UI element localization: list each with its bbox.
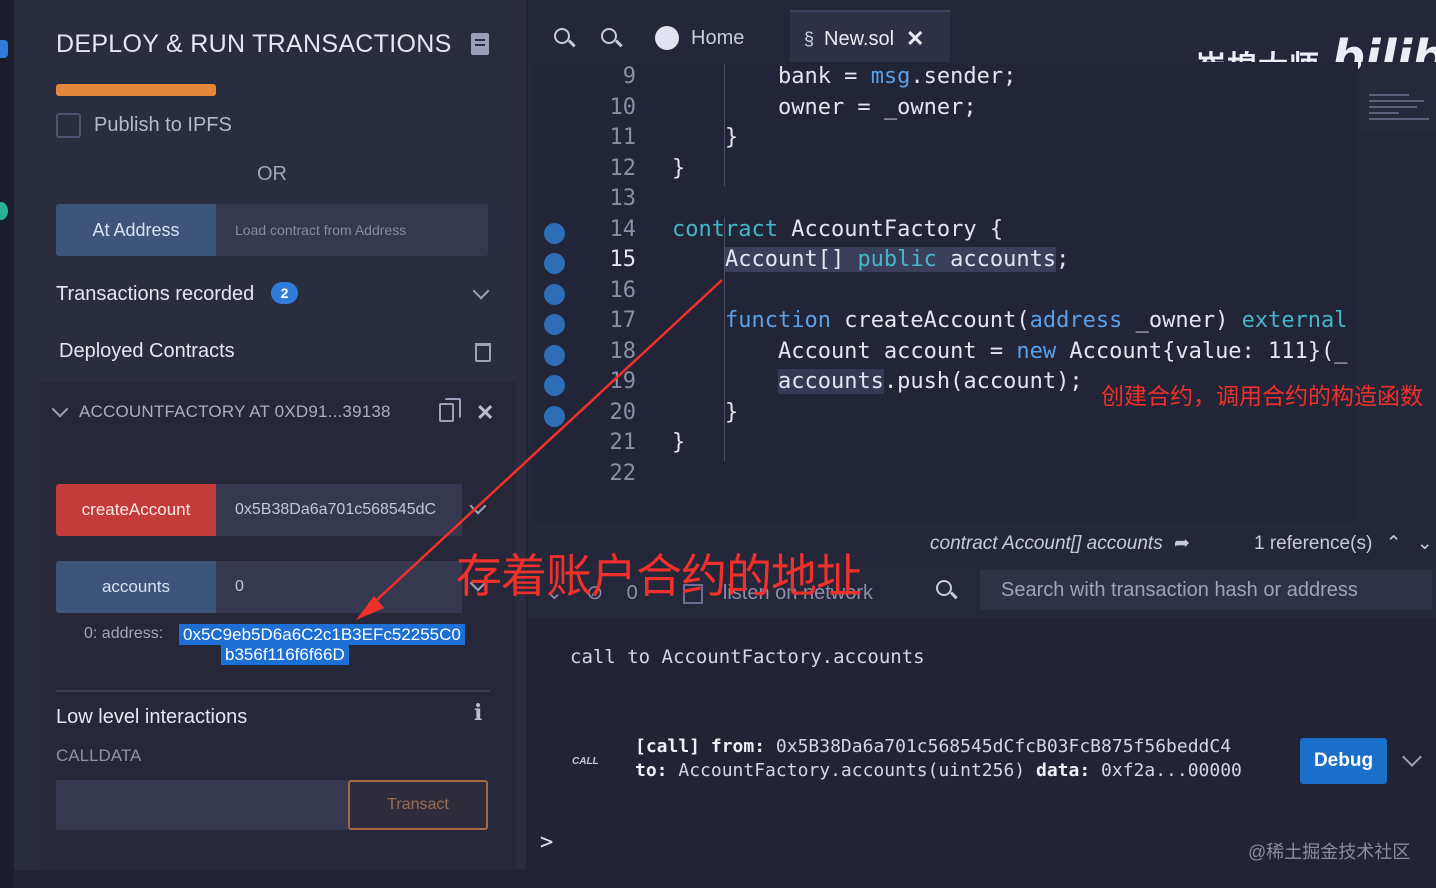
call-detail-to: to: AccountFactory.accounts(uint256) dat… — [635, 760, 1242, 781]
juejin-watermark: @稀土掘金技术社区 — [1248, 842, 1411, 862]
code-line[interactable]: function createAccount(address _owner) e… — [672, 308, 1348, 333]
plugin-active-icon[interactable] — [0, 202, 8, 220]
accounts-index-input[interactable]: 0 — [216, 561, 462, 613]
line-number: 20 — [609, 399, 637, 425]
editor-area: Home § New.sol ✕ 崔棉大师 bilibili 9 bank = … — [528, 0, 1436, 870]
code-line[interactable]: accounts.push(account); — [672, 369, 1083, 394]
panel-title: DEPLOY & RUN TRANSACTIONS — [56, 30, 452, 58]
chevron-down-icon[interactable] — [472, 282, 490, 300]
transact-button[interactable]: Transact — [348, 780, 488, 830]
breakpoint-icon[interactable] — [544, 405, 565, 427]
breakpoint-icon[interactable] — [544, 344, 565, 366]
solidity-file-icon: § — [804, 28, 815, 49]
at-address-button[interactable]: At Address — [56, 204, 216, 256]
call-summary: call to AccountFactory.accounts — [570, 646, 925, 668]
breakpoint-icon[interactable] — [544, 253, 565, 274]
code-line[interactable]: Account[] public accounts; — [672, 247, 1069, 272]
line-number: 15 — [609, 247, 637, 272]
contract-instance-title[interactable]: ACCOUNTFACTORY AT 0XD91...39138 — [79, 402, 391, 422]
line-number: 11 — [609, 125, 637, 150]
reference-count-text: 1 reference(s) — [1254, 533, 1373, 554]
call-tag: CALL — [572, 756, 599, 767]
annotation-address-note: 存着账户合约的地址 — [456, 549, 862, 603]
result-label: 0: address: — [84, 625, 164, 642]
create-account-input[interactable]: 0x5B38Da6a701c568545dC — [216, 484, 462, 536]
line-number: 10 — [609, 94, 637, 120]
code-line[interactable]: } — [672, 156, 685, 181]
code-line[interactable]: Account account = new Account{value: 111… — [672, 339, 1348, 364]
chevron-down-icon[interactable]: ⌄ — [1417, 533, 1433, 554]
line-number: 14 — [609, 216, 637, 242]
tab-new-sol[interactable]: § New.sol ✕ — [790, 10, 950, 66]
line-number: 12 — [609, 155, 637, 181]
breakpoint-icon[interactable] — [544, 283, 565, 305]
transactions-count-badge: 2 — [271, 282, 298, 304]
reference-bar: contract Account[] accounts ➦ 1 referenc… — [928, 526, 1436, 562]
result-address-line1[interactable]: 0x5C9eb5D6a6C2c1B3EFc52255C0 — [179, 624, 465, 645]
breakpoint-icon[interactable] — [544, 222, 565, 244]
terminal-prompt[interactable]: > — [540, 830, 553, 855]
create-account-button[interactable]: createAccount — [56, 484, 216, 536]
code-line[interactable]: owner = _owner; — [672, 95, 977, 120]
publish-ipfs-checkbox[interactable] — [56, 113, 81, 138]
documentation-icon[interactable] — [471, 33, 489, 55]
declaration-label[interactable]: contract Account[] accounts ➦ — [930, 532, 1190, 555]
code-line[interactable]: } — [672, 430, 685, 455]
terminal-output: call to AccountFactory.accounts CALL [ca… — [528, 618, 1436, 870]
deploy-progress-bar — [56, 84, 216, 96]
plugin-icon[interactable] — [0, 40, 8, 58]
line-number: 21 — [609, 430, 637, 455]
reference-count[interactable]: 1 reference(s) ⌃ ⌄ — [1254, 532, 1433, 555]
code-editor[interactable]: 9 bank = msg.sender; 10 owner = _owner; 11… — [532, 62, 1358, 524]
deploy-run-panel: DEPLOY & RUN TRANSACTIONS Publish to IPF… — [14, 0, 526, 870]
line-number: 18 — [609, 338, 637, 364]
annotation-constructor-note: 创建合约，调用合约的构造函数 — [1101, 384, 1423, 410]
home-icon — [655, 26, 679, 50]
breakpoint-icon[interactable] — [544, 314, 565, 335]
info-icon[interactable]: i — [474, 700, 482, 726]
minimap[interactable] — [1361, 62, 1436, 132]
transaction-search-input[interactable]: Search with transaction hash or address — [980, 570, 1432, 610]
chevron-down-icon[interactable] — [1402, 747, 1422, 767]
zoom-in-icon[interactable] — [601, 28, 617, 44]
zoom-out-icon[interactable] — [554, 28, 570, 44]
indent-guide — [724, 216, 725, 461]
copy-icon[interactable] — [439, 398, 461, 422]
tab-new-sol-label: New.sol — [824, 27, 895, 50]
line-number: 13 — [609, 186, 637, 211]
code-line[interactable]: } — [672, 125, 738, 150]
result-address-line2[interactable]: b356f116f6f66D — [221, 644, 349, 665]
at-address-input[interactable]: Load contract from Address — [216, 204, 488, 256]
declaration-text: contract Account[] accounts — [930, 533, 1163, 554]
breakpoint-icon[interactable] — [544, 375, 565, 396]
tab-home-label: Home — [691, 26, 745, 49]
close-tab-icon[interactable]: ✕ — [906, 26, 924, 52]
trash-icon[interactable] — [475, 343, 491, 362]
calldata-label: CALLDATA — [56, 746, 142, 765]
low-level-interactions-label: Low level interactions — [56, 706, 248, 728]
line-number: 19 — [609, 369, 637, 394]
code-line[interactable]: contract AccountFactory { — [672, 217, 1003, 242]
divider — [56, 690, 490, 692]
accounts-button[interactable]: accounts — [56, 561, 216, 613]
goto-arrow-icon[interactable]: ➦ — [1174, 533, 1190, 554]
line-number: 9 — [622, 64, 636, 89]
deployed-contracts-label: Deployed Contracts — [59, 340, 235, 362]
debug-button[interactable]: Debug — [1300, 738, 1387, 784]
chevron-up-icon[interactable]: ⌃ — [1386, 533, 1402, 554]
line-number: 22 — [609, 460, 637, 486]
publish-ipfs-label: Publish to IPFS — [94, 114, 232, 136]
or-separator: OR — [257, 163, 287, 185]
code-line[interactable]: } — [672, 400, 738, 425]
indent-guide — [724, 64, 725, 186]
transactions-recorded-label[interactable]: Transactions recorded — [56, 283, 254, 306]
calldata-input[interactable] — [56, 780, 348, 830]
tab-home[interactable]: Home — [655, 14, 744, 62]
close-icon[interactable]: ✕ — [476, 400, 494, 426]
line-number: 16 — [609, 277, 637, 303]
activity-strip — [0, 0, 14, 888]
call-detail-from: [call] from: 0x5B38Da6a701c568545dCfcB03… — [635, 736, 1232, 757]
line-number: 17 — [609, 308, 637, 333]
search-icon — [936, 580, 952, 596]
